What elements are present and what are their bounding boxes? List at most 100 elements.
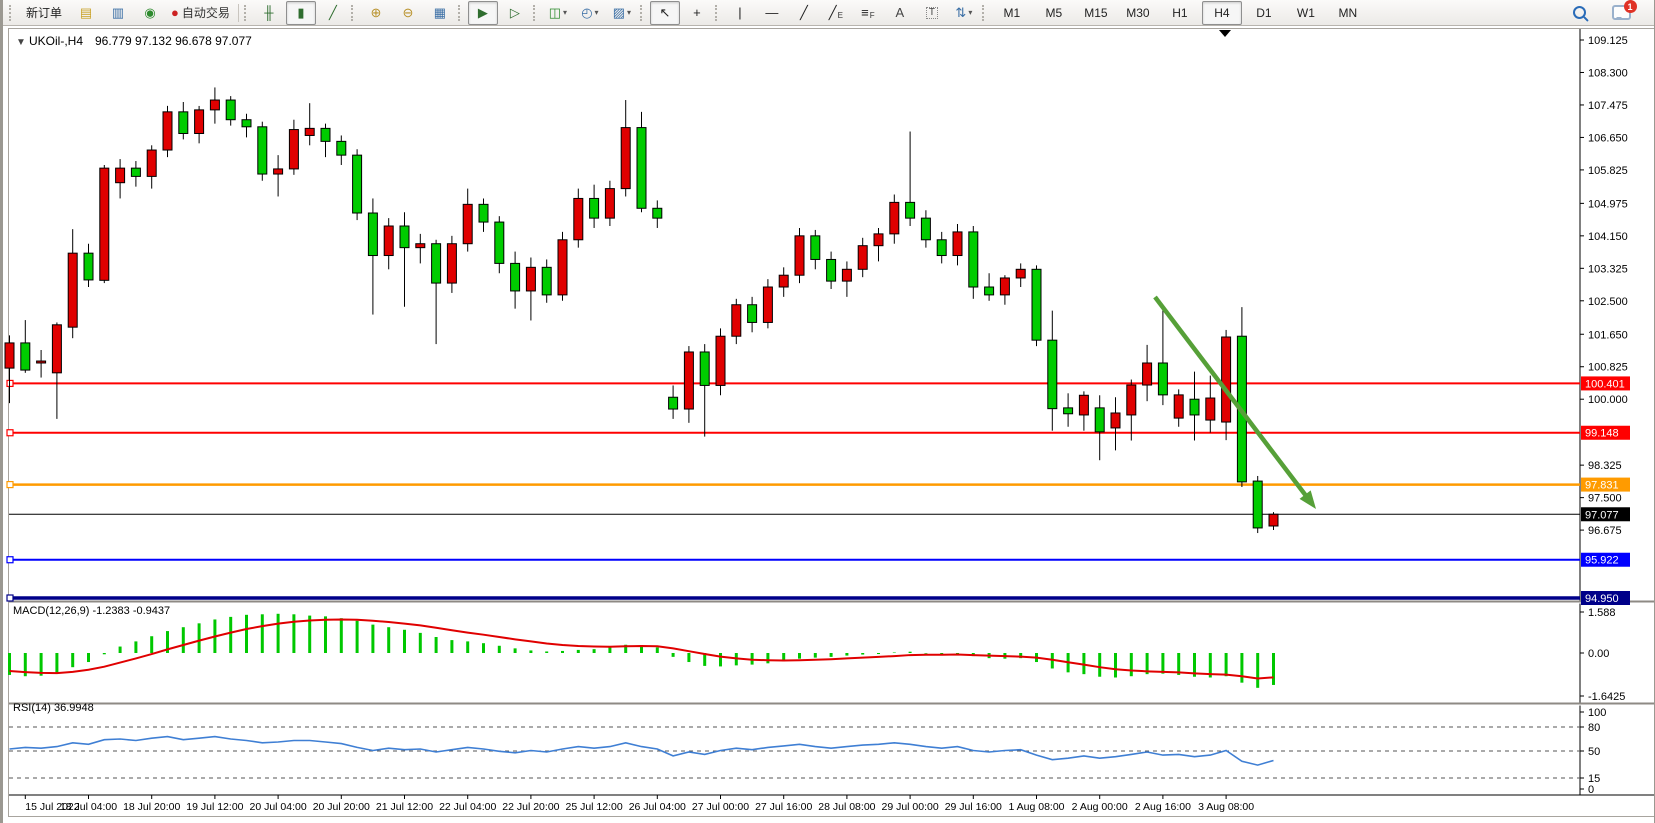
chart-shift-button[interactable]: ▷ [500, 1, 530, 25]
zoom-out-icon: ⊖ [402, 6, 413, 19]
dropdown-arrow-icon[interactable]: ▾ [563, 8, 567, 17]
indicators-button[interactable]: ◫▾ [543, 1, 573, 25]
tf-m1-button[interactable]: M1 [992, 1, 1032, 25]
time-tick-label: 26 Jul 04:00 [629, 801, 686, 813]
toolbar-grip[interactable] [715, 5, 720, 21]
text-icon: A [896, 6, 905, 19]
cursor-button[interactable]: ↖ [650, 1, 680, 25]
auto-scroll-button[interactable]: ▶ [468, 1, 498, 25]
candle-bull [52, 325, 61, 373]
fibonacci-button[interactable]: ≡F [853, 1, 883, 25]
rsi-indicator-label: RSI(14) 36.9948 [13, 702, 94, 714]
macd-scale-label: -1.6425 [1588, 691, 1625, 703]
toolbar-grip[interactable] [982, 5, 987, 21]
candle-bull [416, 244, 425, 248]
toolbar-grip[interactable] [244, 5, 249, 21]
candle-bull [526, 267, 535, 291]
time-tick-label: 21 Jul 12:00 [376, 801, 433, 813]
bar-chart-button[interactable]: ╫ [254, 1, 284, 25]
candle-bull [37, 361, 46, 363]
line-anchor-handle[interactable] [7, 430, 13, 436]
time-tick-label: 2 Aug 16:00 [1135, 801, 1191, 813]
toolbar-grip[interactable] [351, 5, 356, 21]
arrows-button[interactable]: ⇅▾ [949, 1, 979, 25]
candle-bear [653, 208, 662, 218]
chat-bubble-icon: 1 [1612, 5, 1631, 20]
candle-bear [226, 100, 235, 120]
candle-bull [684, 352, 693, 409]
line-anchor-handle[interactable] [7, 482, 13, 488]
toolbar-grip[interactable] [9, 5, 14, 21]
time-tick-label: 20 Jul 04:00 [249, 801, 306, 813]
tf-m5-button-label: M5 [1046, 6, 1063, 20]
navigator-icon[interactable]: ▥ [103, 1, 133, 25]
new-order-button[interactable]: 新订单 [19, 1, 69, 25]
candle-bear [937, 240, 946, 256]
tf-d1-button-label: D1 [1256, 6, 1271, 20]
zoom-in-button[interactable]: ⊕ [361, 1, 391, 25]
time-tick-label: 29 Jul 16:00 [945, 801, 1002, 813]
dropdown-arrow-icon[interactable]: ▾ [968, 8, 972, 17]
trendline-button[interactable]: ╱ [789, 1, 819, 25]
tf-m15-button-label: M15 [1084, 6, 1107, 20]
candle-bear [1190, 399, 1199, 415]
tf-d1-button[interactable]: D1 [1244, 1, 1284, 25]
chart-title: ▼UKOil-,H496.779 97.132 96.678 97.077 [16, 34, 252, 48]
notifications-button[interactable]: 1 [1606, 1, 1636, 25]
candle-bull [5, 343, 14, 368]
search-button[interactable] [1564, 1, 1594, 25]
candle-bear [921, 218, 930, 240]
price-tick-label: 96.675 [1588, 525, 1622, 537]
candle-bear [969, 232, 978, 287]
price-badge-label: 94.950 [1585, 593, 1619, 605]
horizontal-line-button[interactable]: — [757, 1, 787, 25]
crosshair-button[interactable]: + [682, 1, 712, 25]
price-badge-label: 97.831 [1585, 480, 1619, 492]
candle-bull [210, 100, 219, 110]
zoom-out-button[interactable]: ⊖ [393, 1, 423, 25]
vertical-line-icon: | [738, 6, 741, 19]
tool-letter: E [838, 11, 843, 20]
tile-windows-button[interactable]: ▦ [425, 1, 455, 25]
templates-button[interactable]: ▨▾ [607, 1, 637, 25]
time-tick-label: 28 Jul 08:00 [818, 801, 875, 813]
toolbar-grip[interactable] [533, 5, 538, 21]
channel-button[interactable]: ╱E [821, 1, 851, 25]
tf-m15-button[interactable]: M15 [1076, 1, 1116, 25]
toolbar-grip[interactable] [458, 5, 463, 21]
line-anchor-handle[interactable] [7, 557, 13, 563]
new-order-button-label: 新订单 [26, 4, 62, 21]
tf-m5-button[interactable]: M5 [1034, 1, 1074, 25]
tf-m1-button-label: M1 [1004, 6, 1021, 20]
tf-h1-button[interactable]: H1 [1160, 1, 1200, 25]
text-button[interactable]: A [885, 1, 915, 25]
candle-bull [100, 168, 109, 280]
time-tick-label: 3 Aug 08:00 [1198, 801, 1254, 813]
tf-h4-button[interactable]: H4 [1202, 1, 1242, 25]
toolbar-grip[interactable] [640, 5, 645, 21]
line-anchor-handle[interactable] [7, 595, 13, 601]
candle-bull [1016, 269, 1025, 278]
market-watch-icon[interactable]: ▤ [71, 1, 101, 25]
candle-bull [890, 202, 899, 233]
autotrading-button[interactable]: ●自动交易 [167, 1, 234, 25]
periods-button[interactable]: ◴▾ [575, 1, 605, 25]
candlestick-chart-button[interactable]: ▮ [286, 1, 316, 25]
price-tick-label: 102.500 [1588, 296, 1628, 308]
tf-w1-button[interactable]: W1 [1286, 1, 1326, 25]
rsi-scale-label: 0 [1588, 784, 1594, 796]
vertical-line-button[interactable]: | [725, 1, 755, 25]
price-tick-label: 104.975 [1588, 198, 1628, 210]
toolbar-groups: 新订单▤▥◉●自动交易╫▮╱⊕⊖▦▶▷◫▾◴▾▨▾↖+|—╱╱E≡FAT⇅▾M1… [7, 1, 1369, 25]
dropdown-arrow-icon[interactable]: ▾ [595, 8, 599, 17]
chart-canvas[interactable]: ▼UKOil-,H496.779 97.132 96.678 97.077109… [3, 26, 1655, 823]
line-chart-button[interactable]: ╱ [318, 1, 348, 25]
text-label-button[interactable]: T [917, 1, 947, 25]
tf-mn-button[interactable]: MN [1328, 1, 1368, 25]
candle-bear [353, 155, 362, 213]
candle-bear [542, 267, 551, 295]
terminal-icon[interactable]: ◉ [135, 1, 165, 25]
dropdown-arrow-icon[interactable]: ▾ [627, 8, 631, 17]
tf-m30-button[interactable]: M30 [1118, 1, 1158, 25]
candle-bull [795, 236, 804, 275]
